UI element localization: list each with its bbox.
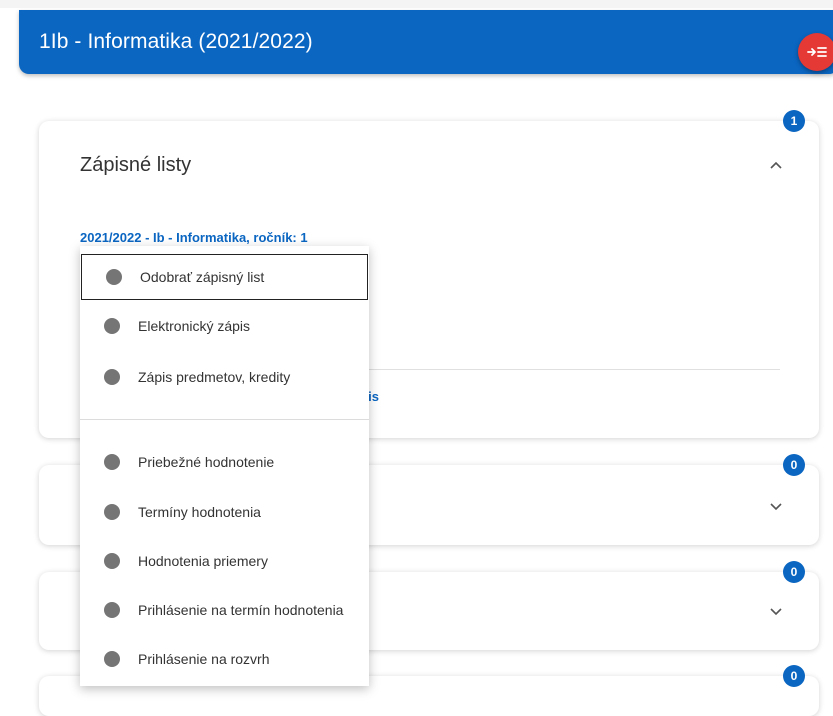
bullet-icon [104,602,120,618]
menu-item-exam-registration[interactable]: Prihlásenie na termín hodnotenia [80,590,369,630]
menu-item-label: Zápis predmetov, kredity [138,369,291,385]
menu-item-course-registration[interactable]: Zápis predmetov, kredity [80,357,369,397]
chevron-down-icon[interactable] [769,501,783,511]
course-header: 1Ib - Informatika (2021/2022) [19,10,833,74]
bullet-icon [104,369,120,385]
bullet-icon [104,454,120,470]
bullet-icon [104,318,120,334]
card-title: Zápisné listy [80,154,192,176]
bullet-icon [104,553,120,569]
bullet-icon [104,651,120,667]
count-badge: 1 [783,110,805,132]
menu-item-label: Termíny hodnotenia [138,504,261,520]
page-title: 1Ib - Informatika (2021/2022) [39,30,313,53]
top-strip [0,0,833,8]
menu-item-label: Priebežné hodnotenie [138,454,275,470]
chevron-down-icon[interactable] [769,606,783,616]
menu-item-label: Odobrať zápisný list [140,269,265,285]
menu-item-schedule-registration[interactable]: Prihlásenie na rozvrh [80,639,369,679]
menu-item-label: Prihlásenie na termín hodnotenia [138,602,344,618]
menu-item-continuous-assessment[interactable]: Priebežné hodnotenie [80,442,369,482]
count-badge: 0 [783,665,805,687]
menu-divider [80,419,369,420]
enrollment-action-menu: Odobrať zápisný list Elektronický zápis … [80,246,369,686]
collapse-menu-icon [807,47,827,57]
bullet-icon [106,269,122,285]
menu-item-assessment-dates[interactable]: Termíny hodnotenia [80,492,369,532]
menu-item-label: Elektronický zápis [138,318,251,334]
collapse-menu-button[interactable] [798,33,833,71]
enrollment-link[interactable]: 2021/2022 - Ib - Informatika, ročník: 1 [80,230,308,245]
menu-item-electronic-enrollment[interactable]: Elektronický zápis [80,306,369,346]
menu-item-remove-enrollment[interactable]: Odobrať zápisný list [81,254,368,300]
chevron-up-icon[interactable] [769,161,783,171]
menu-item-label: Hodnotenia priemery [138,553,268,569]
menu-item-grade-averages[interactable]: Hodnotenia priemery [80,541,369,581]
count-badge: 0 [783,561,805,583]
count-badge: 0 [783,454,805,476]
menu-item-label: Prihlásenie na rozvrh [138,651,270,667]
bullet-icon [104,504,120,520]
